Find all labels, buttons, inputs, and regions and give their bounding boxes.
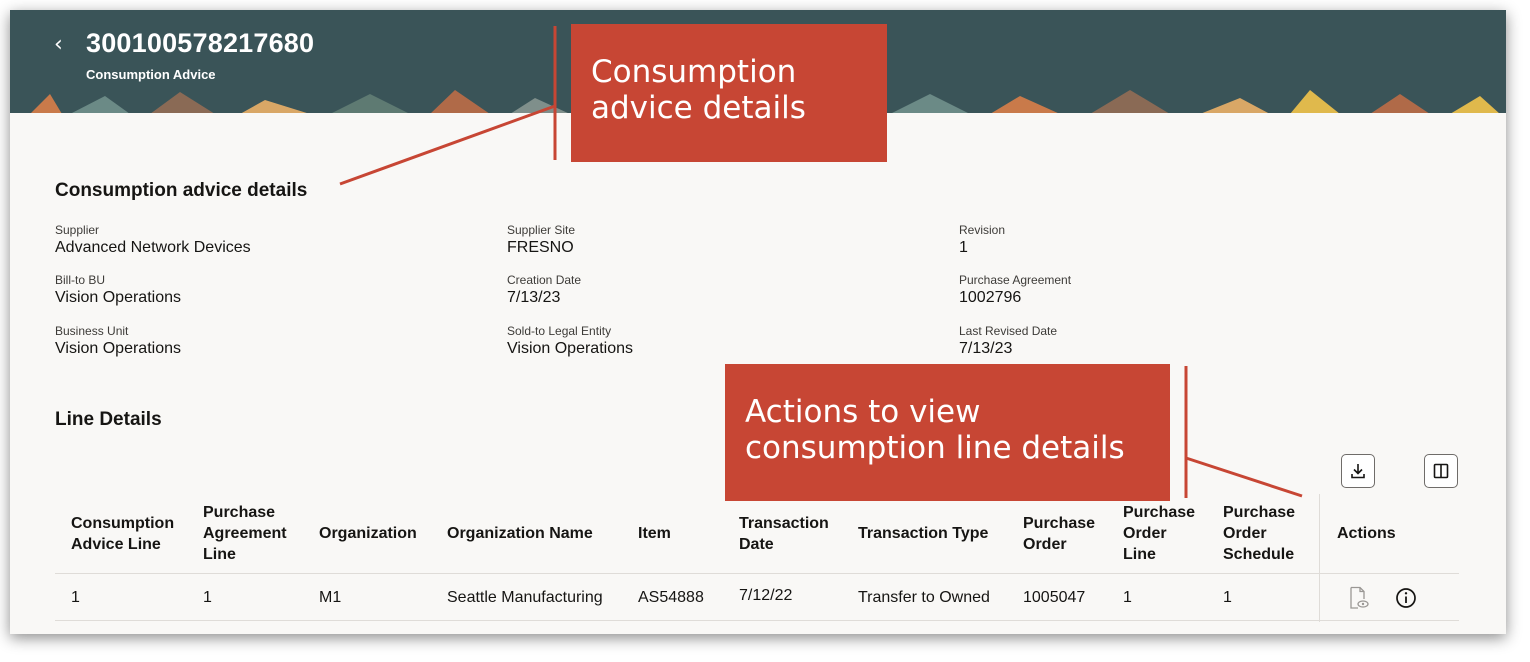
callout-consumption-advice-details: Consumption advice details: [571, 24, 887, 162]
callout-actions: Actions to view consumption line details: [725, 364, 1170, 501]
consumption-advice-page: ‹ 300100578217680 Consumption Advice Con…: [10, 10, 1506, 634]
